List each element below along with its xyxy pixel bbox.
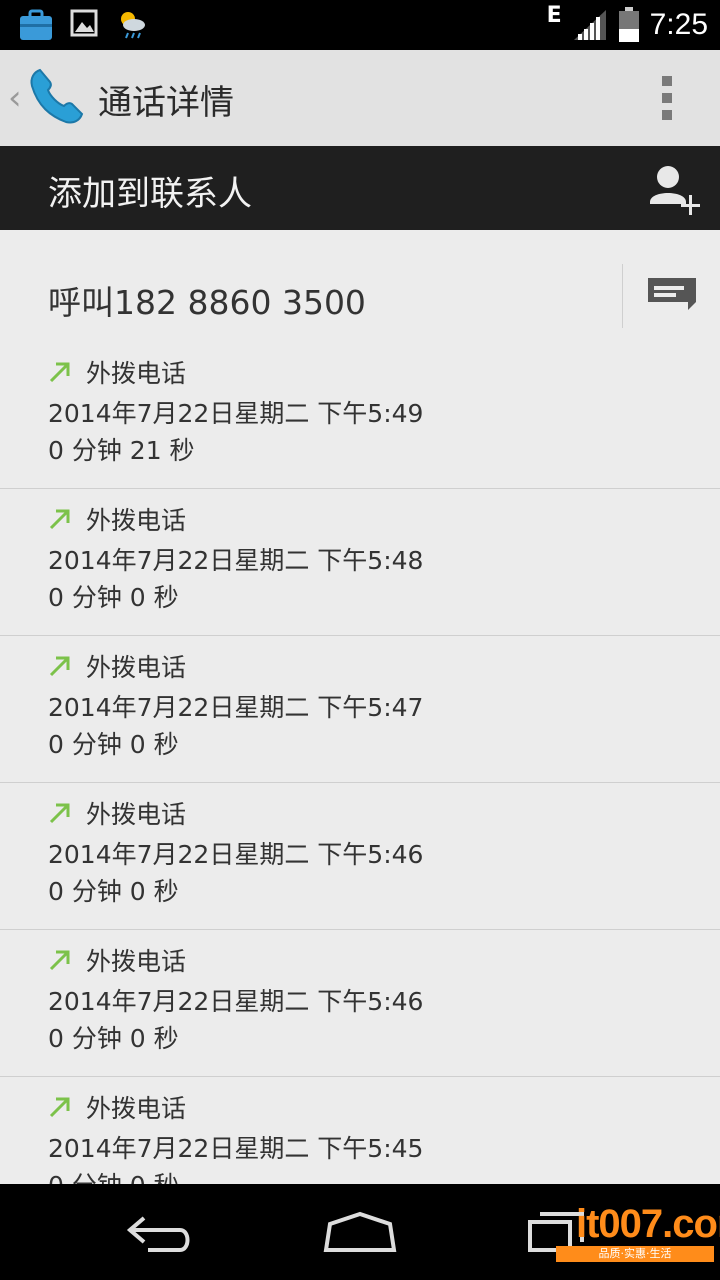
- list-item: 外拨电话 2014年7月22日星期二 下午5:45 0 分钟 0 秒: [0, 1077, 720, 1184]
- sms-icon[interactable]: [646, 276, 698, 312]
- action-bar: ‹ 通话详情: [0, 50, 720, 147]
- call-type: 外拨电话: [86, 1094, 187, 1123]
- watermark-brand: it007.com: [576, 1202, 720, 1246]
- call-type: 外拨电话: [86, 653, 187, 682]
- outgoing-call-icon: [49, 362, 70, 383]
- page-title: 通话详情: [98, 83, 234, 123]
- call-number-button[interactable]: 呼叫182 8860 3500: [48, 276, 366, 324]
- call-date: 2014年7月22日星期二 下午5:46: [48, 987, 424, 1016]
- back-chevron-icon: ‹: [8, 78, 22, 118]
- watermark-logo: it007.com 品质·实惠·生活: [524, 1202, 720, 1262]
- up-navigation[interactable]: ‹: [0, 50, 90, 146]
- call-duration: 0 分钟 21 秒: [48, 436, 195, 465]
- clock: 7:25: [649, 8, 708, 41]
- overflow-menu-icon[interactable]: [660, 76, 674, 120]
- call-date: 2014年7月22日星期二 下午5:48: [48, 546, 424, 575]
- battery-icon: [618, 7, 639, 42]
- list-item: 外拨电话 2014年7月22日星期二 下午5:49 0 分钟 21 秒: [0, 342, 720, 489]
- call-duration: 0 分钟 0 秒: [48, 1166, 179, 1184]
- list-item: 外拨电话 2014年7月22日星期二 下午5:47 0 分钟 0 秒: [0, 636, 720, 783]
- outgoing-call-icon: [49, 656, 70, 677]
- briefcase-icon: [20, 9, 52, 40]
- phone-app-icon: [30, 68, 84, 124]
- gallery-icon: [70, 9, 98, 37]
- call-date: 2014年7月22日星期二 下午5:45: [48, 1134, 424, 1163]
- status-bar: E 7:25: [0, 0, 720, 50]
- call-duration: 0 分钟 0 秒: [48, 730, 179, 759]
- call-date: 2014年7月22日星期二 下午5:49: [48, 399, 424, 428]
- divider: [622, 264, 623, 328]
- navigation-bar: it007.com 品质·实惠·生活: [0, 1184, 720, 1280]
- call-log-list: 外拨电话 2014年7月22日星期二 下午5:49 0 分钟 21 秒 外拨电话…: [0, 342, 720, 1184]
- call-type: 外拨电话: [86, 947, 187, 976]
- outgoing-call-icon: [49, 509, 70, 530]
- weather-icon: [121, 12, 145, 39]
- call-duration: 0 分钟 0 秒: [48, 877, 179, 906]
- network-type: E: [546, 2, 562, 28]
- call-date: 2014年7月22日星期二 下午5:46: [48, 840, 424, 869]
- call-type: 外拨电话: [86, 359, 187, 388]
- call-type: 外拨电话: [86, 506, 187, 535]
- add-to-contacts-bar[interactable]: 添加到联系人: [0, 146, 720, 230]
- outgoing-call-icon: [49, 803, 70, 824]
- call-row: 呼叫182 8860 3500: [0, 232, 720, 342]
- call-duration: 0 分钟 0 秒: [48, 1024, 179, 1053]
- outgoing-call-icon: [49, 1097, 70, 1118]
- home-button-icon[interactable]: [322, 1210, 398, 1254]
- watermark-slogan: 品质·实惠·生活: [556, 1246, 714, 1262]
- add-contact-icon: [650, 166, 700, 215]
- list-item: 外拨电话 2014年7月22日星期二 下午5:46 0 分钟 0 秒: [0, 930, 720, 1077]
- call-duration: 0 分钟 0 秒: [48, 583, 179, 612]
- outgoing-call-icon: [49, 950, 70, 971]
- back-button-icon[interactable]: [124, 1210, 196, 1254]
- call-date: 2014年7月22日星期二 下午5:47: [48, 693, 424, 722]
- signal-icon: [573, 10, 606, 40]
- add-to-contacts-label: 添加到联系人: [48, 174, 252, 214]
- list-item: 外拨电话 2014年7月22日星期二 下午5:48 0 分钟 0 秒: [0, 489, 720, 636]
- call-type: 外拨电话: [86, 800, 187, 829]
- list-item: 外拨电话 2014年7月22日星期二 下午5:46 0 分钟 0 秒: [0, 783, 720, 930]
